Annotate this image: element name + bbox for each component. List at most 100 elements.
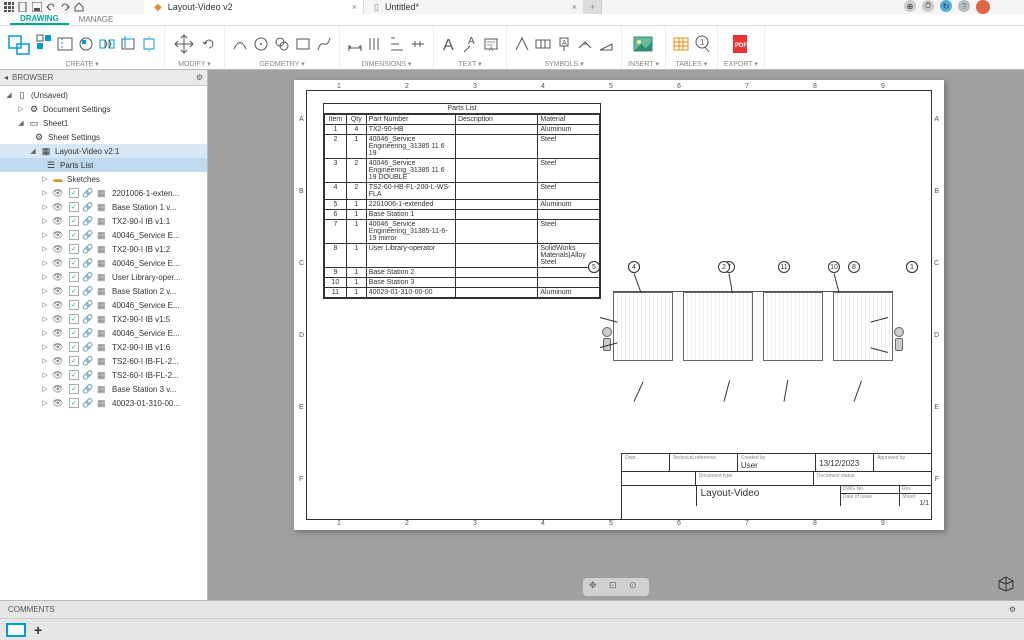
parts-row[interactable]: 14TX2-90-HBAluminum: [325, 125, 600, 135]
tree-component-item[interactable]: ▷👁✓🔗▦40046_Service E...: [0, 256, 207, 270]
visibility-icon[interactable]: 👁: [52, 398, 66, 409]
checkbox[interactable]: ✓: [69, 356, 79, 366]
visibility-icon[interactable]: 👁: [52, 384, 66, 395]
tree-component-item[interactable]: ▷👁✓🔗▦TS2-60-I IB-FL-2...: [0, 368, 207, 382]
checkbox[interactable]: ✓: [69, 370, 79, 380]
tree-component-item[interactable]: ▷👁✓🔗▦40046_Service E...: [0, 326, 207, 340]
parts-row[interactable]: 91Base Station 2: [325, 268, 600, 278]
checkbox[interactable]: ✓: [69, 188, 79, 198]
file-icon[interactable]: [18, 2, 28, 12]
checkbox[interactable]: ✓: [69, 328, 79, 338]
tree-sheet[interactable]: ◢▭Sheet1: [0, 116, 207, 130]
visibility-icon[interactable]: 👁: [52, 370, 66, 381]
parts-row[interactable]: 61Base Station 1: [325, 210, 600, 220]
tree-component-item[interactable]: ▷👁✓🔗▦Base Station 2 v...: [0, 284, 207, 298]
visibility-icon[interactable]: 👁: [52, 216, 66, 227]
leader-button[interactable]: A: [461, 33, 479, 55]
break-view-button[interactable]: [98, 33, 116, 55]
collapse-icon[interactable]: ◂: [4, 73, 8, 82]
rect-button[interactable]: [294, 33, 312, 55]
circle-button[interactable]: [252, 33, 270, 55]
visibility-icon[interactable]: 👁: [52, 342, 66, 353]
parts-row[interactable]: 7140046_Service Engineering_31385-11-6-1…: [325, 220, 600, 244]
export-pdf-button[interactable]: PDF: [728, 31, 754, 57]
comments-bar[interactable]: COMMENTS ⚙: [0, 600, 1024, 618]
weld-button[interactable]: [576, 33, 594, 55]
undo-icon[interactable]: [46, 2, 56, 12]
tree-component-item[interactable]: ▷👁✓🔗▦TX2-90-I IB v1:1: [0, 214, 207, 228]
tree-component-item[interactable]: ▷👁✓🔗▦TS2-60-I IB-FL-2...: [0, 354, 207, 368]
note-button[interactable]: A: [482, 33, 500, 55]
balloon-2[interactable]: 2: [718, 261, 730, 273]
crop-view-button[interactable]: [119, 33, 137, 55]
visibility-icon[interactable]: 👁: [52, 244, 66, 255]
balloon-11[interactable]: 11: [778, 261, 790, 273]
tree-component-item[interactable]: ▷👁✓🔗▦40046_Service E...: [0, 228, 207, 242]
visibility-icon[interactable]: 👁: [52, 258, 66, 269]
surface-button[interactable]: [513, 33, 531, 55]
text-button[interactable]: A: [440, 33, 458, 55]
dimension-button[interactable]: [346, 33, 364, 55]
notifications-icon[interactable]: ⏱: [922, 0, 934, 12]
add-sheet-button[interactable]: +: [34, 622, 42, 638]
save-icon[interactable]: [32, 2, 42, 12]
visibility-icon[interactable]: 👁: [52, 300, 66, 311]
datum-button[interactable]: A: [555, 33, 573, 55]
gd-t-button[interactable]: [534, 33, 552, 55]
user-avatar[interactable]: [976, 0, 990, 14]
ribbon-tab-drawing[interactable]: DRAWING: [10, 14, 69, 25]
fit-icon[interactable]: ⊙: [629, 580, 643, 594]
parts-list-table[interactable]: Parts List ItemQtyPart NumberDescription…: [323, 103, 601, 299]
balloon-4[interactable]: 4: [628, 261, 640, 273]
checkbox[interactable]: ✓: [69, 398, 79, 408]
checkbox[interactable]: ✓: [69, 230, 79, 240]
checkbox[interactable]: ✓: [69, 342, 79, 352]
tree-component-item[interactable]: ▷👁✓🔗▦2201006-1-exten...: [0, 186, 207, 200]
line-button[interactable]: [231, 33, 249, 55]
section-view-button[interactable]: [56, 33, 74, 55]
insert-image-button[interactable]: [630, 31, 656, 57]
balloon-5[interactable]: 5: [588, 261, 600, 273]
checkbox[interactable]: ✓: [69, 384, 79, 394]
gear-icon[interactable]: ⚙: [1009, 605, 1016, 614]
base-view-button[interactable]: [6, 31, 32, 57]
layout-drawing-view[interactable]: 9 7 10 3 5 6 1 4 2 11 8: [593, 261, 913, 421]
tree-sheet-settings[interactable]: ⚙Sheet Settings: [0, 130, 207, 144]
sheet-thumbnail[interactable]: [6, 623, 26, 637]
checkbox[interactable]: ✓: [69, 272, 79, 282]
visibility-icon[interactable]: 👁: [52, 356, 66, 367]
tree-component-item[interactable]: ▷👁✓🔗▦TX2-90-I IB v1:6: [0, 340, 207, 354]
tree-component-item[interactable]: ▷👁✓🔗▦TX2-90-I IB v1:5: [0, 312, 207, 326]
parts-row[interactable]: 3240046_Service Engineering_31385 11 6 1…: [325, 159, 600, 183]
visibility-icon[interactable]: 👁: [52, 286, 66, 297]
visibility-icon[interactable]: 👁: [52, 328, 66, 339]
rotate-button[interactable]: [200, 33, 218, 55]
checkbox[interactable]: ✓: [69, 314, 79, 324]
close-icon[interactable]: ×: [352, 2, 357, 12]
move-button[interactable]: [171, 31, 197, 57]
baseline-button[interactable]: [388, 33, 406, 55]
close-icon[interactable]: ×: [572, 2, 577, 12]
parts-row[interactable]: 512201006-1-extendedAluminum: [325, 200, 600, 210]
tree-doc-settings[interactable]: ▷⚙Document Settings: [0, 102, 207, 116]
extensions-icon[interactable]: ⊕: [904, 0, 916, 12]
ordinate-button[interactable]: [367, 33, 385, 55]
detail-view-button[interactable]: [77, 33, 95, 55]
tree-component-item[interactable]: ▷👁✓🔗▦TX2-90-I IB v1:2: [0, 242, 207, 256]
parts-row[interactable]: 101Base Station 3: [325, 278, 600, 288]
checkbox[interactable]: ✓: [69, 216, 79, 226]
visibility-icon[interactable]: 👁: [52, 230, 66, 241]
ribbon-tab-manage[interactable]: MANAGE: [69, 14, 124, 25]
checkbox[interactable]: ✓: [69, 300, 79, 310]
tree-component-item[interactable]: ▷👁✓🔗▦User Library-oper...: [0, 270, 207, 284]
new-tab-button[interactable]: +: [584, 0, 602, 14]
chain-button[interactable]: [409, 33, 427, 55]
redo-icon[interactable]: [60, 2, 70, 12]
parts-row[interactable]: 81User Library-operatorSolidWorks Materi…: [325, 244, 600, 268]
checkbox[interactable]: ✓: [69, 258, 79, 268]
help-icon[interactable]: ?: [958, 0, 970, 12]
view-cube-icon[interactable]: [998, 576, 1014, 592]
parts-row[interactable]: 42TS2-60-HB-FL-200-L-WS-FLASteel: [325, 183, 600, 200]
balloon-10[interactable]: 10: [828, 261, 840, 273]
taper-button[interactable]: [597, 33, 615, 55]
